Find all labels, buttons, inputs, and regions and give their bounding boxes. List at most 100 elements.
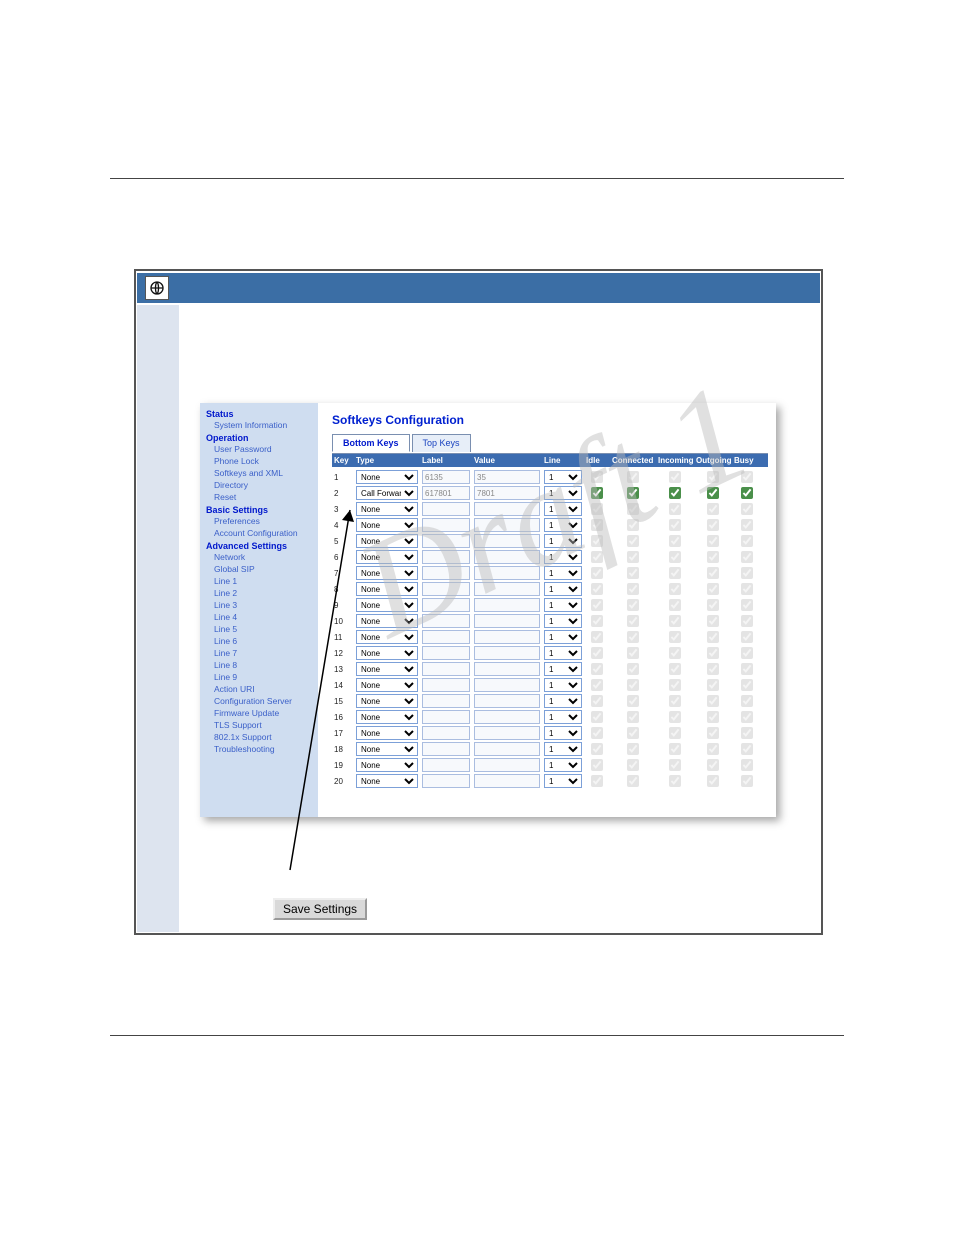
value-input[interactable]	[474, 502, 540, 516]
label-input[interactable]	[422, 534, 470, 548]
value-input[interactable]	[474, 646, 540, 660]
line-select[interactable]: 1	[544, 598, 582, 612]
outgoing-checkbox[interactable]	[707, 487, 719, 499]
type-select[interactable]: None	[356, 614, 418, 628]
label-input[interactable]	[422, 646, 470, 660]
value-input[interactable]	[474, 742, 540, 756]
line-select[interactable]: 1	[544, 470, 582, 484]
type-select[interactable]: None	[356, 742, 418, 756]
type-select[interactable]: Call Forward	[356, 486, 418, 500]
value-input[interactable]	[474, 630, 540, 644]
label-input[interactable]	[422, 614, 470, 628]
type-select[interactable]: None	[356, 678, 418, 692]
value-input[interactable]	[474, 518, 540, 532]
connected-checkbox[interactable]	[627, 487, 639, 499]
type-select[interactable]: None	[356, 662, 418, 676]
nav-item[interactable]: Line 9	[204, 671, 318, 683]
line-select[interactable]: 1	[544, 710, 582, 724]
label-input[interactable]	[422, 710, 470, 724]
label-input[interactable]	[422, 550, 470, 564]
tab[interactable]: Bottom Keys	[332, 434, 410, 452]
nav-item[interactable]: Reset	[204, 491, 318, 503]
nav-item[interactable]: Firmware Update	[204, 707, 318, 719]
value-input[interactable]	[474, 694, 540, 708]
value-input[interactable]	[474, 774, 540, 788]
label-input[interactable]	[422, 518, 470, 532]
value-input[interactable]	[474, 758, 540, 772]
nav-item[interactable]: Action URI	[204, 683, 318, 695]
value-input[interactable]	[474, 470, 540, 484]
label-input[interactable]	[422, 694, 470, 708]
label-input[interactable]	[422, 742, 470, 756]
nav-item[interactable]: System Information	[204, 419, 318, 431]
type-select[interactable]: None	[356, 726, 418, 740]
type-select[interactable]: None	[356, 774, 418, 788]
nav-item[interactable]: Phone Lock	[204, 455, 318, 467]
line-select[interactable]: 1	[544, 662, 582, 676]
nav-item[interactable]: Configuration Server	[204, 695, 318, 707]
line-select[interactable]: 1	[544, 534, 582, 548]
value-input[interactable]	[474, 598, 540, 612]
type-select[interactable]: None	[356, 582, 418, 596]
nav-item[interactable]: Line 1	[204, 575, 318, 587]
nav-item[interactable]: Global SIP	[204, 563, 318, 575]
line-select[interactable]: 1	[544, 502, 582, 516]
type-select[interactable]: None	[356, 534, 418, 548]
line-select[interactable]: 1	[544, 550, 582, 564]
value-input[interactable]	[474, 534, 540, 548]
nav-item[interactable]: Line 3	[204, 599, 318, 611]
nav-item[interactable]: Softkeys and XML	[204, 467, 318, 479]
nav-item[interactable]: Network	[204, 551, 318, 563]
type-select[interactable]: None	[356, 566, 418, 580]
line-select[interactable]: 1	[544, 726, 582, 740]
idle-checkbox[interactable]	[591, 487, 603, 499]
line-select[interactable]: 1	[544, 566, 582, 580]
type-select[interactable]: None	[356, 518, 418, 532]
type-select[interactable]: None	[356, 758, 418, 772]
nav-item[interactable]: Preferences	[204, 515, 318, 527]
nav-item[interactable]: Account Configuration	[204, 527, 318, 539]
line-select[interactable]: 1	[544, 694, 582, 708]
nav-item[interactable]: Line 4	[204, 611, 318, 623]
value-input[interactable]	[474, 486, 540, 500]
value-input[interactable]	[474, 566, 540, 580]
incoming-checkbox[interactable]	[669, 487, 681, 499]
save-settings-button[interactable]: Save Settings	[273, 898, 367, 920]
nav-item[interactable]: Line 8	[204, 659, 318, 671]
nav-item[interactable]: Directory	[204, 479, 318, 491]
value-input[interactable]	[474, 710, 540, 724]
nav-item[interactable]: Line 6	[204, 635, 318, 647]
line-select[interactable]: 1	[544, 774, 582, 788]
type-select[interactable]: None	[356, 502, 418, 516]
line-select[interactable]: 1	[544, 758, 582, 772]
label-input[interactable]	[422, 774, 470, 788]
line-select[interactable]: 1	[544, 582, 582, 596]
busy-checkbox[interactable]	[741, 487, 753, 499]
value-input[interactable]	[474, 550, 540, 564]
value-input[interactable]	[474, 678, 540, 692]
label-input[interactable]	[422, 678, 470, 692]
line-select[interactable]: 1	[544, 742, 582, 756]
label-input[interactable]	[422, 758, 470, 772]
label-input[interactable]	[422, 630, 470, 644]
nav-item[interactable]: TLS Support	[204, 719, 318, 731]
line-select[interactable]: 1	[544, 614, 582, 628]
type-select[interactable]: None	[356, 630, 418, 644]
label-input[interactable]	[422, 486, 470, 500]
label-input[interactable]	[422, 662, 470, 676]
value-input[interactable]	[474, 614, 540, 628]
type-select[interactable]: None	[356, 550, 418, 564]
line-select[interactable]: 1	[544, 630, 582, 644]
type-select[interactable]: None	[356, 598, 418, 612]
type-select[interactable]: None	[356, 694, 418, 708]
nav-item[interactable]: 802.1x Support	[204, 731, 318, 743]
value-input[interactable]	[474, 582, 540, 596]
tab[interactable]: Top Keys	[412, 434, 471, 452]
type-select[interactable]: None	[356, 710, 418, 724]
line-select[interactable]: 1	[544, 678, 582, 692]
line-select[interactable]: 1	[544, 486, 582, 500]
label-input[interactable]	[422, 566, 470, 580]
value-input[interactable]	[474, 662, 540, 676]
type-select[interactable]: None	[356, 646, 418, 660]
nav-item[interactable]: Line 2	[204, 587, 318, 599]
